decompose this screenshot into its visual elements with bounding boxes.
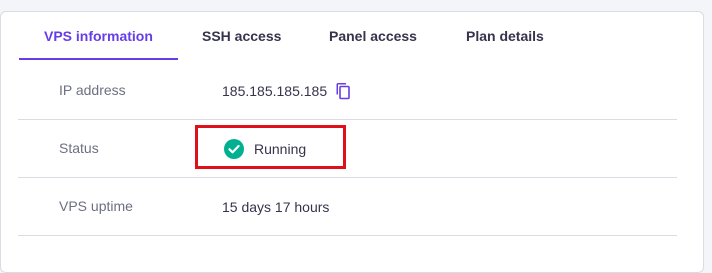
tab-plan-details[interactable]: Plan details	[466, 12, 544, 60]
vps-uptime-value: 15 days 17 hours	[222, 198, 330, 215]
active-tab-indicator	[19, 58, 178, 60]
status-highlight-box	[195, 125, 346, 169]
ip-address-value-wrap: 185.185.185.185	[222, 62, 351, 119]
ip-address-value: 185.185.185.185	[222, 82, 328, 99]
row-vps-uptime: VPS uptime 15 days 17 hours	[18, 178, 677, 236]
copy-icon[interactable]	[335, 82, 351, 100]
tab-vps-information[interactable]: VPS information	[44, 12, 153, 60]
tab-panel-access[interactable]: Panel access	[329, 12, 417, 60]
status-label: Status	[59, 140, 99, 156]
ip-address-label: IP address	[59, 82, 126, 98]
row-ip-address: IP address 185.185.185.185	[18, 62, 677, 120]
tab-bar: VPS information SSH access Panel access …	[19, 12, 703, 60]
row-status: Status Running	[18, 120, 677, 178]
vps-uptime-label: VPS uptime	[59, 198, 133, 214]
tab-ssh-access[interactable]: SSH access	[202, 12, 281, 60]
